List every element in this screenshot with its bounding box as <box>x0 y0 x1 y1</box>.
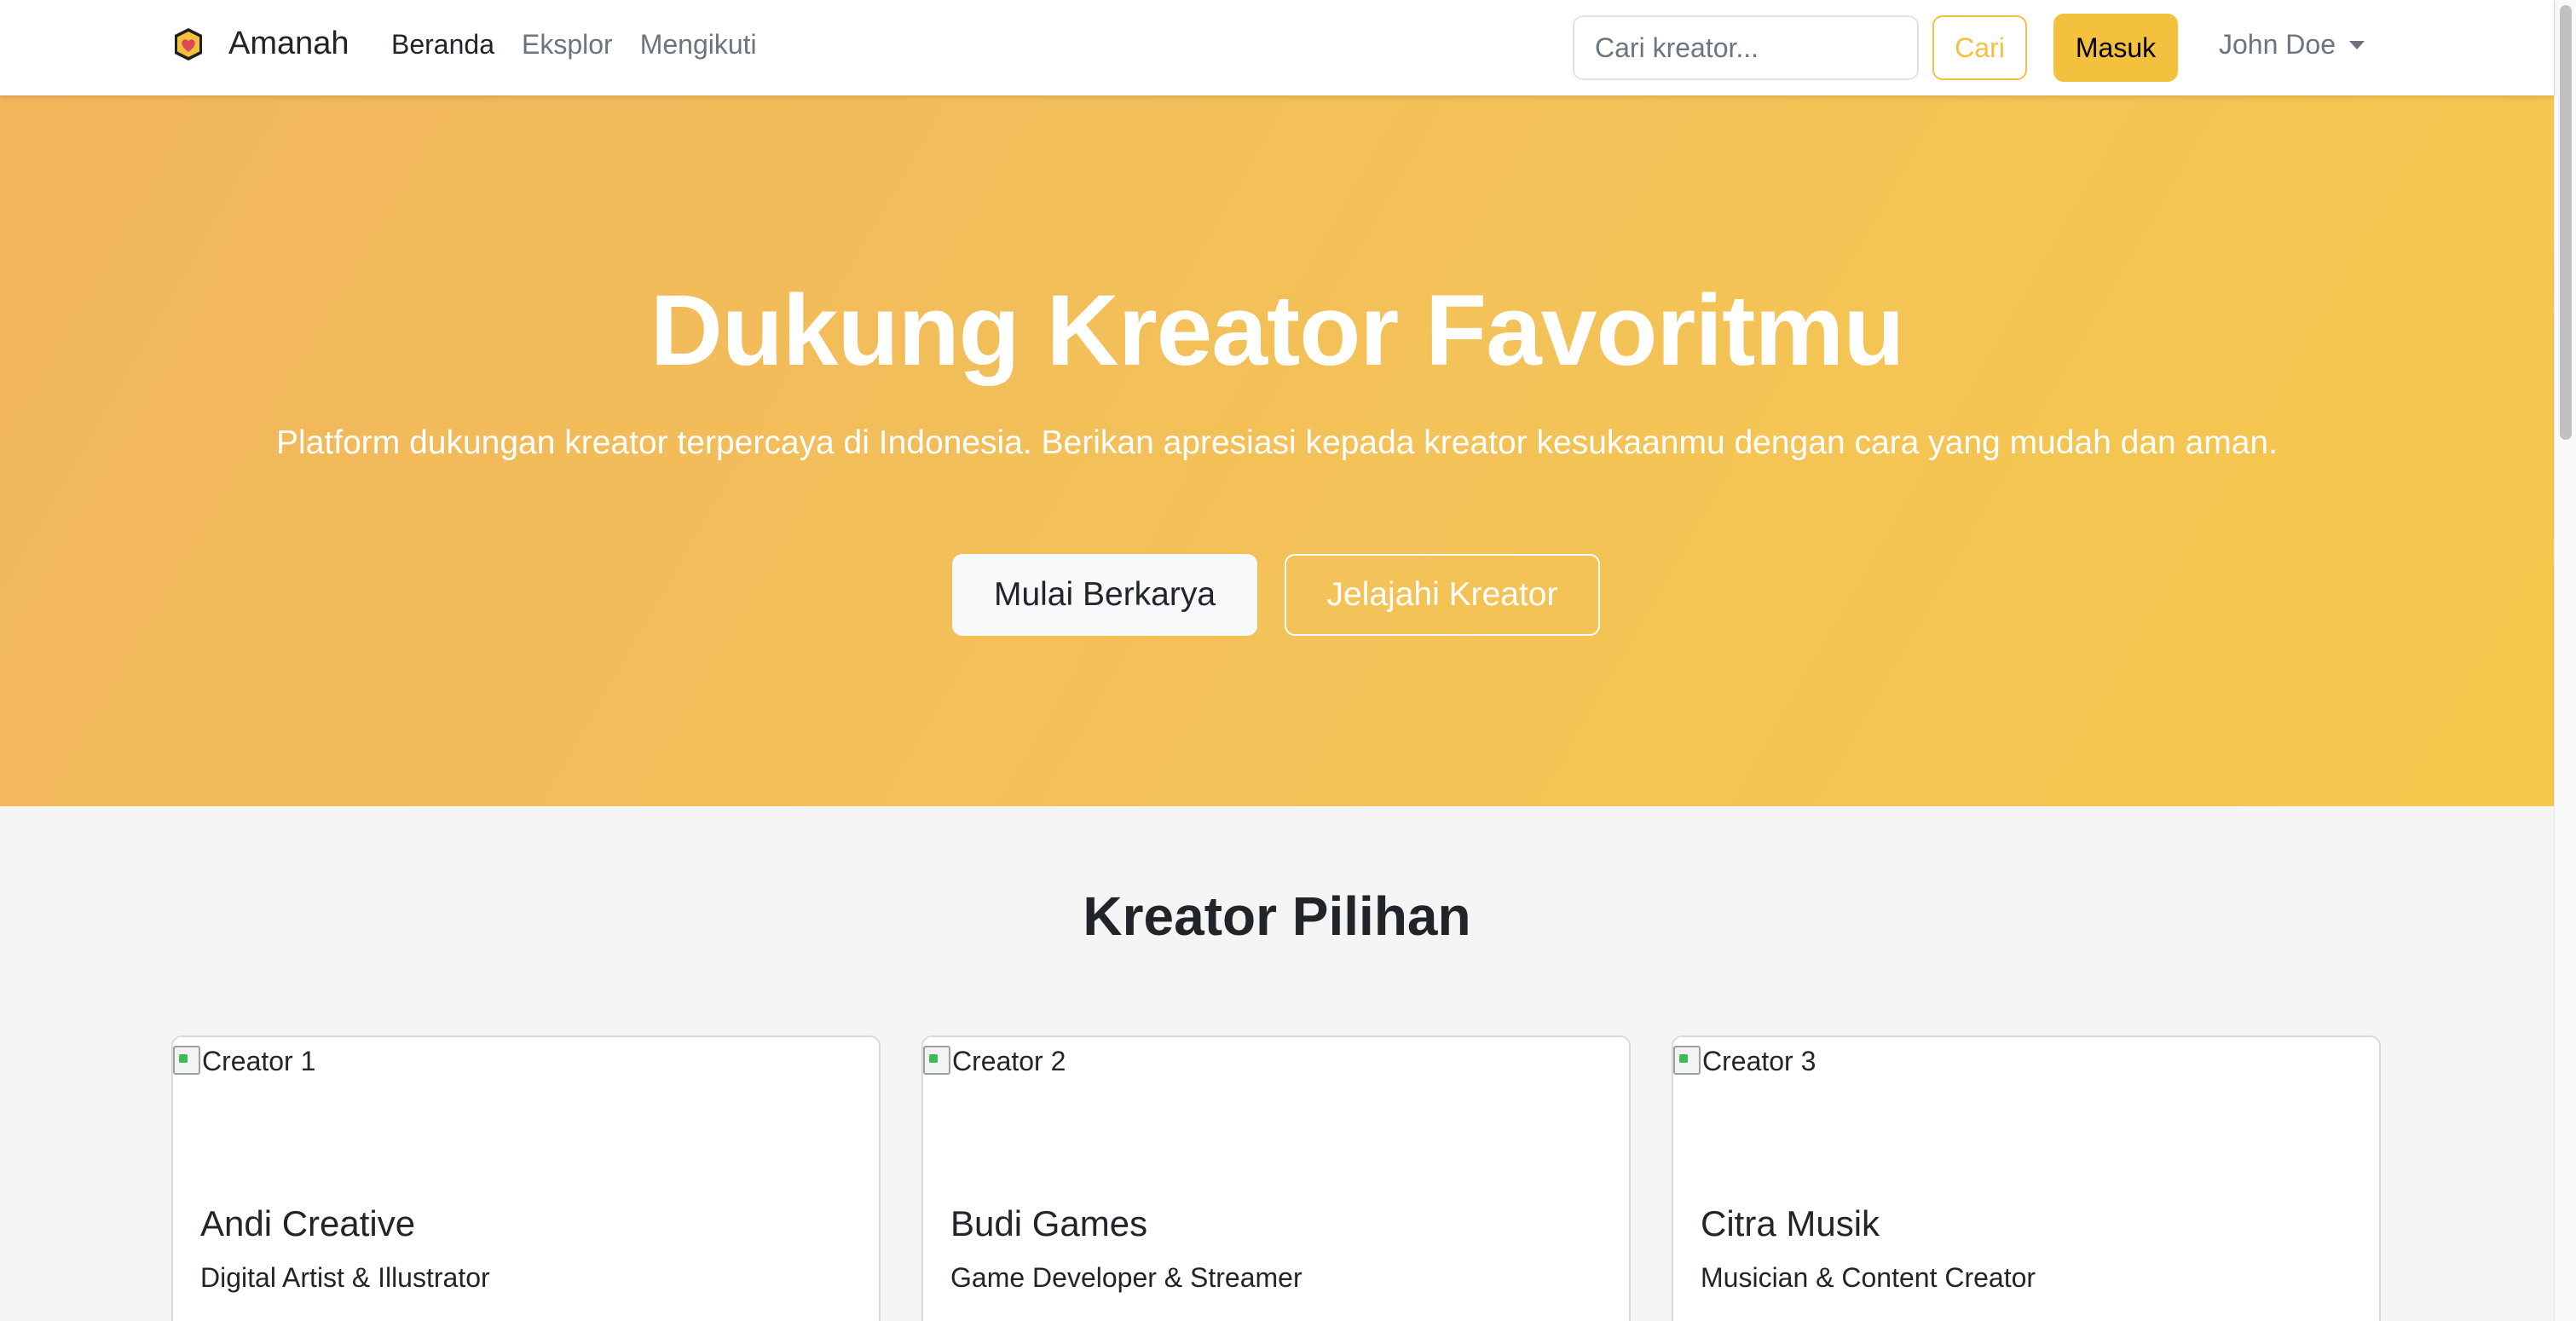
creator-name: Andi Creative <box>200 1203 416 1243</box>
heart-shield-logo-icon <box>175 27 202 61</box>
login-button[interactable]: Masuk <box>2053 14 2178 82</box>
creator-role: Game Developer & Streamer <box>950 1262 1302 1293</box>
nav-link-beranda[interactable]: Beranda <box>391 29 494 61</box>
scrollbar-thumb[interactable] <box>2560 5 2572 440</box>
creator-card[interactable]: Creator 3 Citra Musik Musician & Content… <box>1672 1035 2381 1321</box>
search-button[interactable]: Cari <box>1932 15 2027 80</box>
nav-links: Beranda Eksplor Mengikuti <box>391 29 757 61</box>
search-input[interactable] <box>1573 15 1919 80</box>
creator-card[interactable]: Creator 1 Andi Creative Digital Artist &… <box>171 1035 881 1321</box>
creator-image-alt: Creator 2 <box>952 1046 1066 1076</box>
hero-section: Dukung Kreator Favoritmu Platform dukung… <box>0 95 2554 806</box>
page-scrollbar[interactable] <box>2554 0 2576 1321</box>
creator-role: Digital Artist & Illustrator <box>200 1262 490 1293</box>
creator-image-alt: Creator 3 <box>1702 1046 1816 1076</box>
brand-name: Amanah <box>228 26 349 61</box>
creator-image: Creator 1 <box>173 1046 315 1077</box>
broken-image-icon <box>923 1046 950 1075</box>
hero-subtitle: Platform dukungan kreator terpercaya di … <box>276 424 2278 461</box>
brand[interactable]: Amanah <box>170 26 349 62</box>
user-name: John Doe <box>2219 29 2336 60</box>
hero-title: Dukung Kreator Favoritmu <box>650 274 1905 387</box>
top-navbar: Amanah Beranda Eksplor Mengikuti Cari Ma… <box>0 0 2554 95</box>
nav-link-eksplor[interactable]: Eksplor <box>522 29 613 61</box>
creator-role: Musician & Content Creator <box>1701 1262 2036 1293</box>
creator-name: Budi Games <box>950 1203 1148 1243</box>
creator-image: Creator 3 <box>1673 1046 1816 1077</box>
explore-creators-button[interactable]: Jelajahi Kreator <box>1285 554 1600 636</box>
user-menu-dropdown[interactable]: John Doe <box>2219 29 2365 61</box>
featured-section-title: Kreator Pilihan <box>1083 885 1471 947</box>
creator-card[interactable]: Creator 2 Budi Games Game Developer & St… <box>921 1035 1631 1321</box>
start-creating-button[interactable]: Mulai Berkarya <box>952 554 1257 636</box>
broken-image-icon <box>1673 1046 1701 1075</box>
creator-image: Creator 2 <box>923 1046 1066 1077</box>
caret-down-icon <box>2348 40 2365 49</box>
creator-name: Citra Musik <box>1701 1203 1880 1243</box>
nav-link-mengikuti[interactable]: Mengikuti <box>640 29 757 61</box>
creator-image-alt: Creator 1 <box>202 1046 316 1076</box>
broken-image-icon <box>173 1046 200 1075</box>
